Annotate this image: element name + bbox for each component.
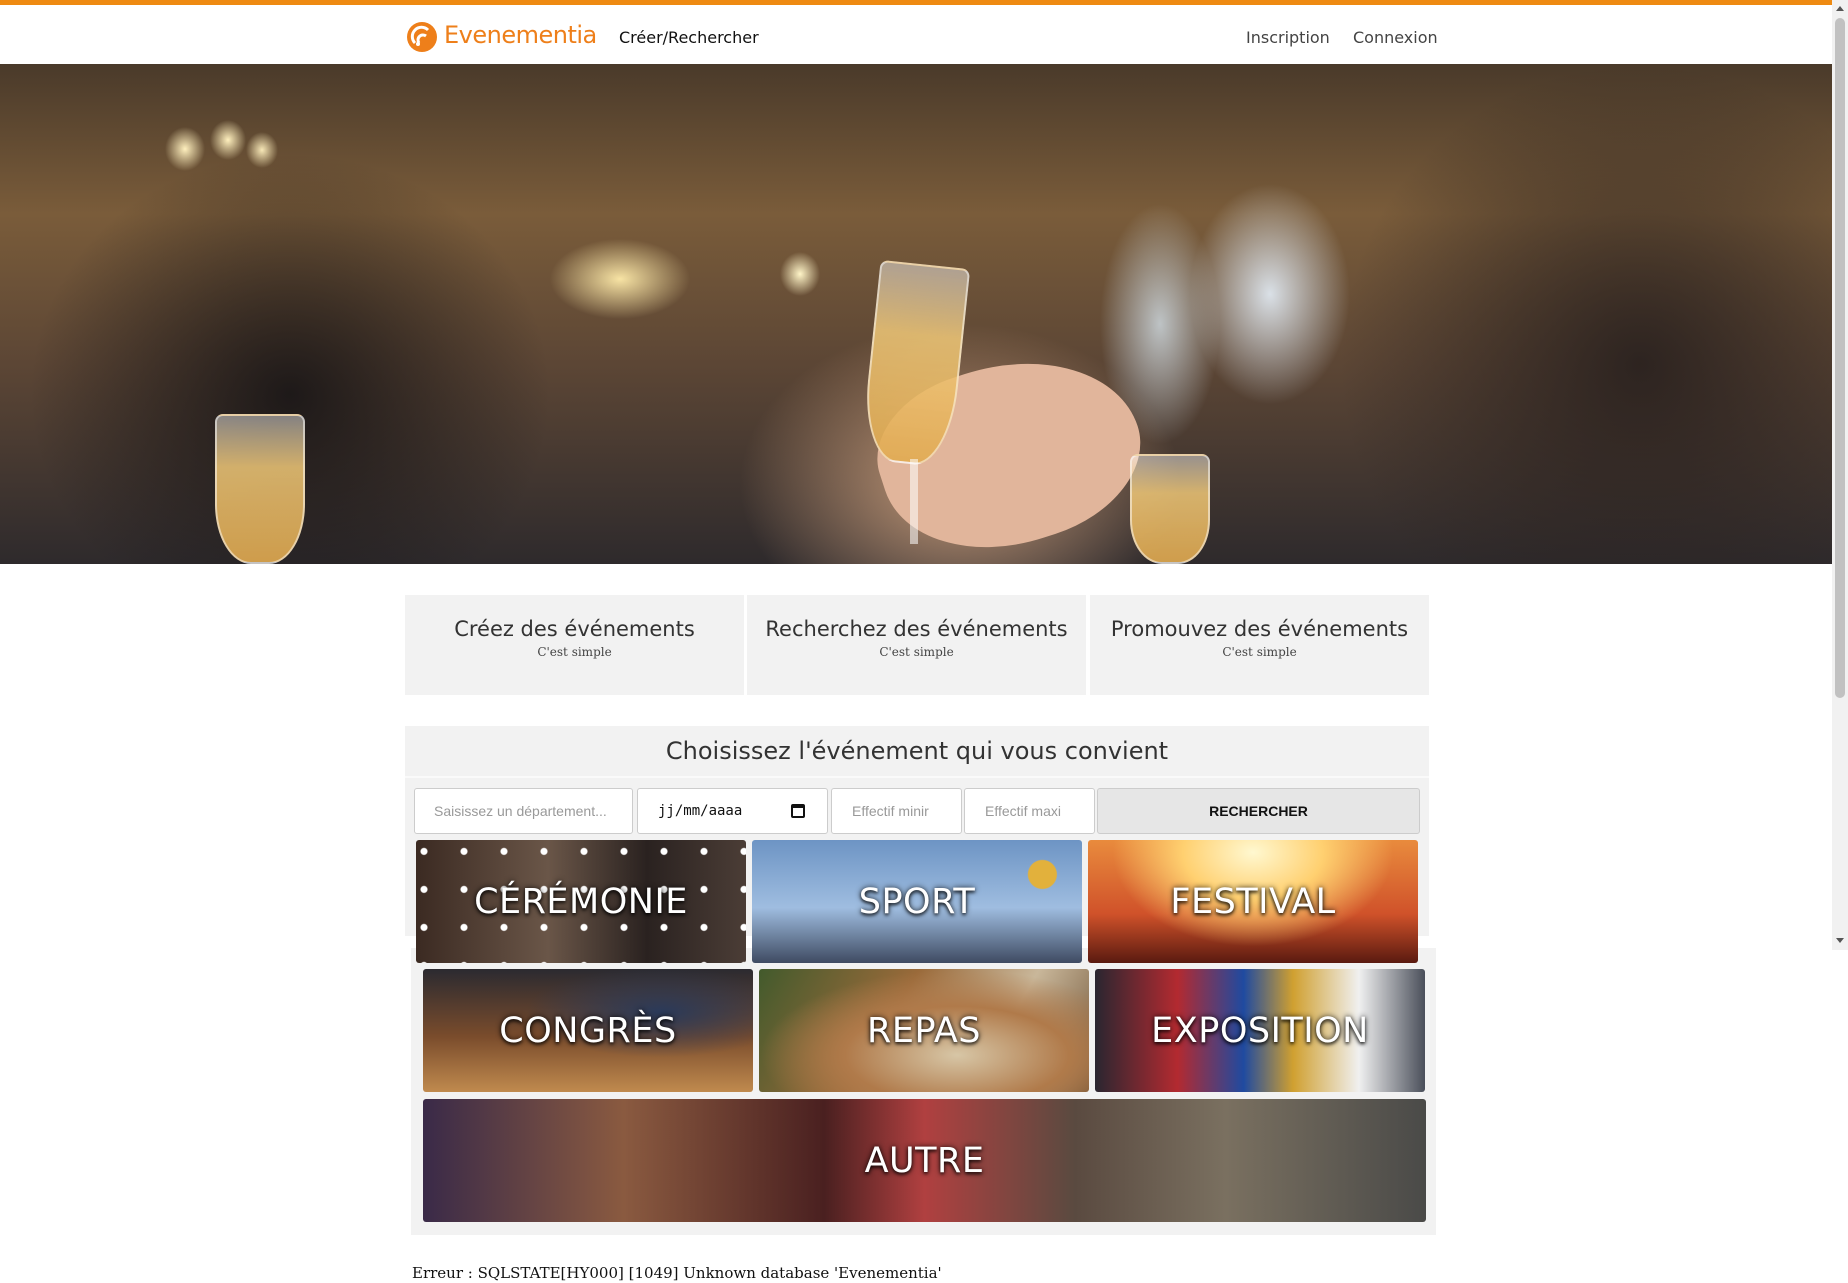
feature-title: Promouvez des événements (1110, 617, 1409, 641)
nav-connexion-link[interactable]: Connexion (1353, 27, 1438, 49)
scrollbar-thumb[interactable] (1835, 18, 1845, 698)
category-label: REPAS (867, 1010, 981, 1051)
search-button[interactable]: RECHERCHER (1097, 788, 1420, 834)
search-title: Choisissez l'événement qui vous convient (405, 726, 1429, 778)
category-tile-exposition[interactable]: EXPOSITION (1095, 969, 1425, 1092)
category-label: FESTIVAL (1170, 881, 1336, 922)
date-input[interactable]: jj/mm/aaaa (637, 788, 828, 834)
feature-title: Créez des événements (454, 617, 695, 641)
error-message: Erreur : SQLSTATE[HY000] [1049] Unknown … (412, 1264, 942, 1282)
calendar-icon[interactable] (791, 804, 805, 818)
department-input[interactable]: Saisissez un département... (414, 788, 633, 834)
page-scrollbar[interactable] (1832, 0, 1848, 950)
category-tile-sport[interactable]: SPORT (752, 840, 1082, 963)
logo-link[interactable]: Evenementia (404, 15, 597, 55)
feature-create: Créez des événements C'est simple (405, 595, 744, 695)
top-navbar: Evenementia Créer/Rechercher Inscription… (0, 0, 1832, 64)
nav-create-search-link[interactable]: Créer/Rechercher (619, 27, 759, 49)
category-label: CÉRÉMONIE (474, 881, 688, 922)
category-label: SPORT (858, 881, 976, 922)
logo-text: Evenementia (444, 21, 597, 49)
max-capacity-input[interactable]: Effectif maxi (964, 788, 1095, 834)
feature-subtitle: C'est simple (1222, 645, 1297, 659)
category-tile-autre[interactable]: AUTRE (423, 1099, 1426, 1222)
feature-subtitle: C'est simple (537, 645, 612, 659)
feature-subtitle: C'est simple (879, 645, 954, 659)
category-label: AUTRE (864, 1140, 985, 1181)
scroll-down-icon[interactable] (1836, 938, 1844, 943)
nav-inscription-link[interactable]: Inscription (1246, 27, 1330, 49)
category-label: EXPOSITION (1151, 1010, 1369, 1051)
category-tile-repas[interactable]: REPAS (759, 969, 1089, 1092)
feature-promote: Promouvez des événements C'est simple (1090, 595, 1429, 695)
category-tile-congres[interactable]: CONGRÈS (423, 969, 753, 1092)
hero-champagne-glass (859, 259, 971, 544)
scroll-up-icon[interactable] (1836, 6, 1844, 11)
min-capacity-input[interactable]: Effectif minir (831, 788, 962, 834)
feature-title: Recherchez des événements (765, 617, 1068, 641)
hero-left-glass (215, 414, 305, 564)
category-tile-ceremonie[interactable]: CÉRÉMONIE (416, 840, 746, 963)
evenementia-logo-icon (407, 22, 437, 52)
category-tile-festival[interactable]: FESTIVAL (1088, 840, 1418, 963)
features-row: Créez des événements C'est simple Recher… (405, 595, 1429, 695)
hero-right-glass (1130, 454, 1210, 564)
feature-search: Recherchez des événements C'est simple (747, 595, 1086, 695)
date-input-value: jj/mm/aaaa (658, 803, 743, 819)
hero-banner-image (0, 64, 1832, 564)
category-label: CONGRÈS (499, 1010, 677, 1051)
